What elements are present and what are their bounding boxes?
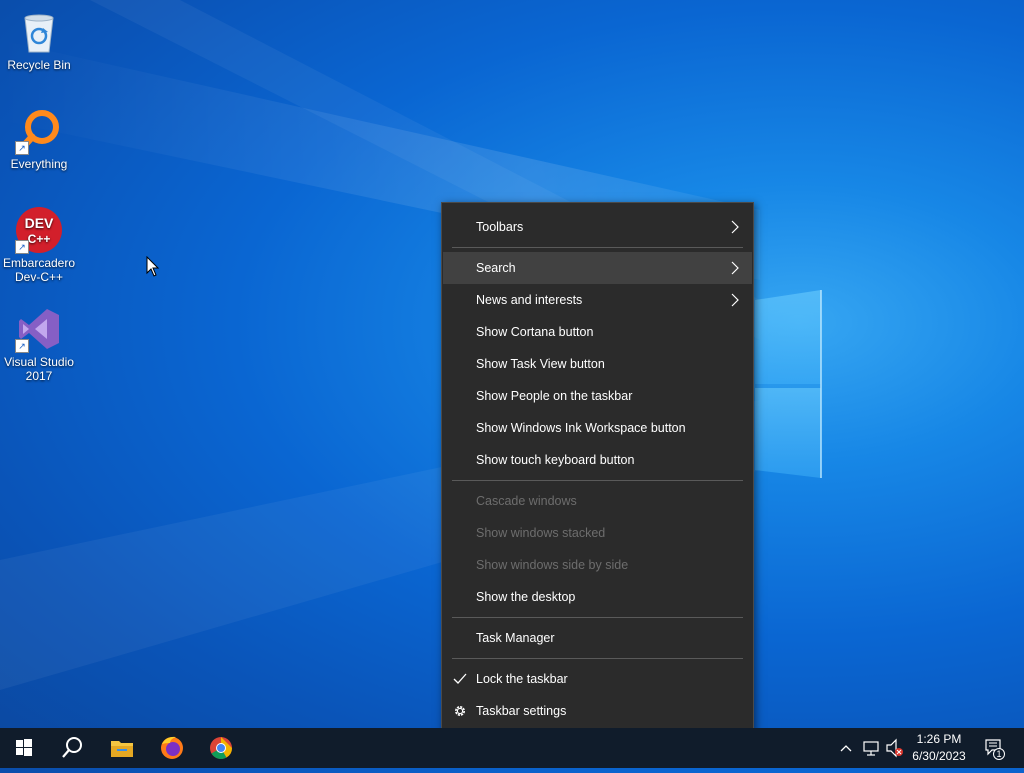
menu-item-label: Toolbars [476, 220, 524, 234]
menu-item-label: Cascade windows [476, 494, 577, 508]
svg-text:DEV: DEV [25, 215, 54, 231]
menu-item-show-the-desktop[interactable]: Show the desktop [443, 581, 752, 613]
start-button[interactable] [0, 728, 48, 768]
desktop-icon-recycle-bin[interactable]: Recycle Bin [1, 8, 77, 72]
menu-item-label: Show windows side by side [476, 558, 629, 572]
menu-item-show-windows-stacked: Show windows stacked [443, 517, 752, 549]
chevron-right-icon [731, 220, 739, 234]
start-icon [16, 739, 32, 756]
menu-item-label: Show the desktop [476, 590, 576, 604]
taskbar-chrome[interactable] [197, 728, 245, 768]
checkmark-icon [453, 673, 467, 684]
menu-separator [452, 247, 743, 248]
menu-item-label: Show Cortana button [476, 325, 594, 339]
menu-item-show-touch-keyboard[interactable]: Show touch keyboard button [443, 444, 752, 476]
menu-item-show-windows-side-by-side: Show windows side by side [443, 549, 752, 581]
menu-item-label: News and interests [476, 293, 583, 307]
desktop-icon-label: Visual Studio 2017 [4, 355, 74, 383]
menu-separator [452, 480, 743, 481]
menu-item-show-cortana-button[interactable]: Show Cortana button [443, 316, 752, 348]
menu-item-news-and-interests[interactable]: News and interests [443, 284, 752, 316]
shortcut-arrow-icon: ↗ [15, 141, 29, 155]
clock-time: 1:26 PM [916, 732, 962, 746]
taskbar: 1:26 PM 6/30/2023 1 [0, 728, 1024, 768]
svg-text:C++: C++ [28, 232, 51, 246]
search-button[interactable] [48, 728, 96, 768]
menu-item-toolbars[interactable]: Toolbars [443, 211, 752, 243]
menu-item-label: Show People on the taskbar [476, 389, 633, 403]
menu-item-label: Taskbar settings [476, 704, 567, 718]
menu-item-show-ink-workspace[interactable]: Show Windows Ink Workspace button [443, 412, 752, 444]
recycle-bin-icon [15, 8, 63, 56]
menu-item-search[interactable]: Search [443, 252, 752, 284]
show-hidden-icons-button[interactable] [836, 728, 856, 768]
file-explorer-icon [111, 741, 133, 757]
desktop-icon-devcpp[interactable]: DEV C++ ↗ Embarcadero Dev-C++ [1, 206, 77, 284]
taskbar-clock[interactable]: 1:26 PM 6/30/2023 [900, 731, 978, 765]
everything-search-icon: ↗ [15, 107, 63, 155]
shortcut-arrow-icon: ↗ [15, 240, 29, 254]
chevron-right-icon [731, 261, 739, 275]
devcpp-icon: DEV C++ ↗ [15, 206, 63, 254]
clock-date: 6/30/2023 [912, 749, 966, 763]
menu-item-label: Show touch keyboard button [476, 453, 635, 467]
menu-item-show-task-view-button[interactable]: Show Task View button [443, 348, 752, 380]
taskbar-context-menu: Toolbars Search News and interests Show … [441, 202, 754, 735]
menu-item-task-manager[interactable]: Task Manager [443, 622, 752, 654]
network-tray-button[interactable] [860, 728, 882, 768]
network-icon [863, 741, 879, 756]
action-center-button[interactable]: 1 [980, 728, 1008, 768]
menu-item-label: Show Windows Ink Workspace button [476, 421, 686, 435]
desktop-icon-label: Recycle Bin [7, 58, 71, 72]
notification-count-badge: 1 [996, 749, 1002, 759]
desktop-icon-everything[interactable]: ↗ Everything [1, 107, 77, 171]
visual-studio-icon: ↗ [15, 305, 63, 353]
menu-item-cascade-windows: Cascade windows [443, 485, 752, 517]
menu-item-taskbar-settings[interactable]: Taskbar settings [443, 695, 752, 727]
taskbar-file-explorer[interactable] [98, 728, 146, 768]
chevron-up-icon [840, 745, 852, 752]
menu-item-label: Lock the taskbar [476, 672, 568, 686]
menu-separator [452, 617, 743, 618]
firefox-icon [161, 736, 183, 759]
taskbar-firefox[interactable] [148, 728, 196, 768]
menu-item-lock-the-taskbar[interactable]: Lock the taskbar [443, 663, 752, 695]
menu-item-label: Task Manager [476, 631, 555, 645]
menu-item-label: Search [476, 261, 516, 275]
desktop-icon-label: Everything [10, 157, 68, 171]
menu-item-show-people[interactable]: Show People on the taskbar [443, 380, 752, 412]
shortcut-arrow-icon: ↗ [15, 339, 29, 353]
mouse-cursor-icon [146, 256, 160, 277]
desktop-icon-label: Embarcadero Dev-C++ [2, 256, 76, 284]
menu-item-label: Show Task View button [476, 357, 605, 371]
chrome-icon [210, 737, 232, 759]
menu-item-label: Show windows stacked [476, 526, 606, 540]
desktop-icon-visual-studio[interactable]: ↗ Visual Studio 2017 [1, 305, 77, 383]
chevron-right-icon [731, 293, 739, 307]
gear-icon [455, 706, 465, 716]
search-icon [62, 737, 82, 758]
menu-separator [452, 658, 743, 659]
